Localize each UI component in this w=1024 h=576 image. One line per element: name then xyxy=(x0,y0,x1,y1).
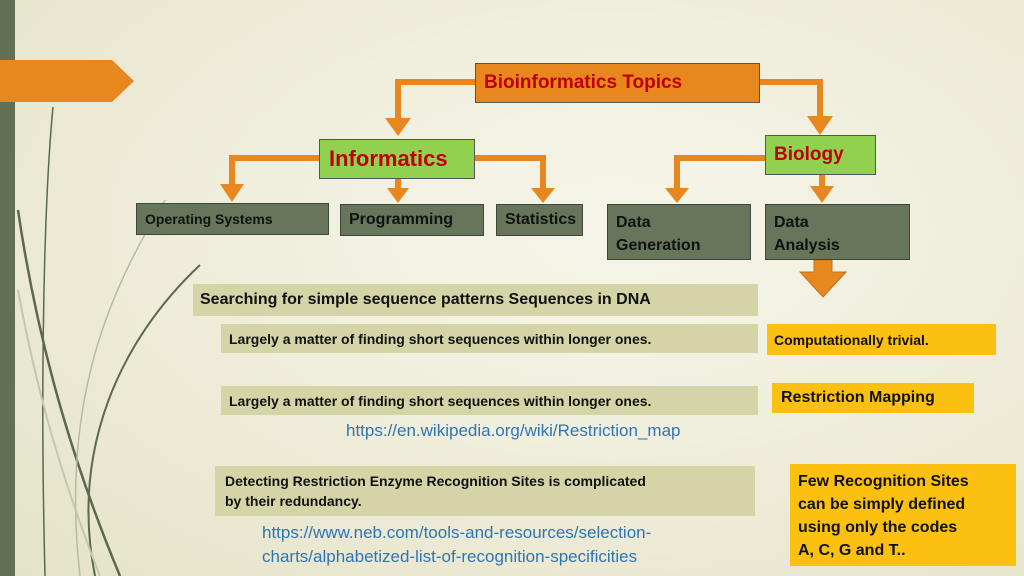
point-1-box: Largely a matter of finding short sequen… xyxy=(221,324,758,353)
neb-link-line-2[interactable]: charts/alphabetized-list-of-recognition-… xyxy=(262,545,651,569)
node-biology-label: Biology xyxy=(774,144,844,165)
detecting-line-2: by their redundancy. xyxy=(225,493,362,509)
detecting-line-1: Detecting Restriction Enzyme Recognition… xyxy=(225,473,646,489)
node-data-generation-line1: Data xyxy=(616,214,651,231)
point-1-text: Largely a matter of finding short sequen… xyxy=(229,330,652,347)
node-statistics: Statistics xyxy=(496,204,583,236)
node-operating-systems: Operating Systems xyxy=(136,203,329,235)
search-heading-box: Searching for simple sequence patterns S… xyxy=(193,284,758,316)
few-sites-line-1: Few Recognition Sites xyxy=(798,473,969,490)
node-statistics-label: Statistics xyxy=(505,211,577,228)
neb-link-line-1[interactable]: https://www.neb.com/tools-and-resources/… xyxy=(262,521,651,545)
few-sites-line-2: can be simply defined xyxy=(798,496,966,513)
few-sites-line-4: A, C, G and T.. xyxy=(798,542,906,559)
point-2-text: Largely a matter of finding short sequen… xyxy=(229,392,652,409)
node-data-generation-line2: Generation xyxy=(616,237,701,254)
node-operating-systems-label: Operating Systems xyxy=(145,211,273,227)
node-programming-label: Programming xyxy=(349,211,454,228)
computationally-trivial-box: Computationally trivial. xyxy=(767,324,996,355)
node-data-generation: Data Generation xyxy=(607,204,751,260)
neb-recognition-specificities-link[interactable]: https://www.neb.com/tools-and-resources/… xyxy=(262,521,651,569)
wikipedia-restriction-map-link[interactable]: https://en.wikipedia.org/wiki/Restrictio… xyxy=(346,421,680,441)
computationally-trivial-text: Computationally trivial. xyxy=(774,331,929,348)
few-recognition-sites-box: Few Recognition Sites can be simply defi… xyxy=(790,464,1016,566)
node-data-analysis: Data Analysis xyxy=(765,204,910,260)
few-sites-line-3: using only the codes xyxy=(798,519,958,536)
root-node-label: Bioinformatics Topics xyxy=(484,72,683,93)
node-informatics: Informatics xyxy=(319,139,475,179)
root-node-bioinformatics-topics: Bioinformatics Topics xyxy=(475,63,760,103)
node-programming: Programming xyxy=(340,204,484,236)
node-biology: Biology xyxy=(765,135,876,175)
search-heading-text: Searching for simple sequence patterns S… xyxy=(200,291,651,308)
detecting-sites-box: Detecting Restriction Enzyme Recognition… xyxy=(215,466,755,516)
point-2-box: Largely a matter of finding short sequen… xyxy=(221,386,758,415)
node-informatics-label: Informatics xyxy=(329,146,448,171)
restriction-mapping-box: Restriction Mapping xyxy=(772,383,974,413)
node-data-analysis-line1: Data xyxy=(774,214,809,231)
node-data-analysis-line2: Analysis xyxy=(774,237,840,254)
restriction-mapping-text: Restriction Mapping xyxy=(781,389,935,406)
